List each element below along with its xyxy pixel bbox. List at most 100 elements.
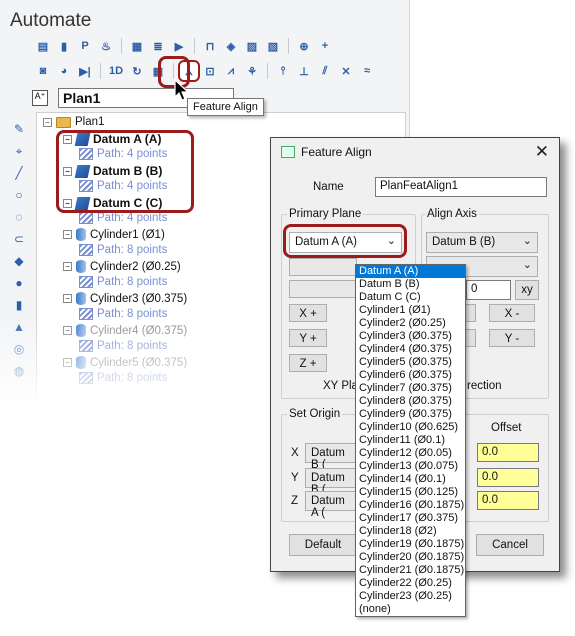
dropdown-option[interactable]: Cylinder18 (Ø2) <box>356 525 465 538</box>
xy-button[interactable]: xy <box>515 280 539 300</box>
dropdown-option[interactable]: (none) <box>356 603 465 616</box>
dropdown-option[interactable]: Datum B (B) <box>356 278 465 291</box>
tree-path-item[interactable]: Path: 8 points <box>79 308 167 320</box>
list-icon[interactable]: ≣ <box>149 37 167 55</box>
dropdown-option[interactable]: Cylinder11 (Ø0.1) <box>356 434 465 447</box>
slot-icon[interactable]: ⊂ <box>10 232 28 248</box>
dropdown-option[interactable]: Cylinder7 (Ø0.375) <box>356 382 465 395</box>
nodes-icon[interactable]: ⚘ <box>243 62 261 80</box>
thermometer-icon[interactable]: ⫯ <box>274 62 292 80</box>
dropdown-option[interactable]: Cylinder1 (Ø1) <box>356 304 465 317</box>
default-button[interactable]: Default <box>289 534 357 556</box>
cross-icon[interactable]: ✕ <box>337 62 355 80</box>
cylinder-icon[interactable]: ▮ <box>10 298 28 314</box>
graph-icon[interactable]: ⩘ <box>222 62 240 80</box>
dropdown-option[interactable]: Cylinder21 (Ø0.1875) <box>356 564 465 577</box>
origin-x-offset[interactable]: 0.0 <box>477 443 539 462</box>
balloon-icon[interactable]: ◕ <box>55 62 73 80</box>
wave-icon[interactable]: ≈ <box>358 62 376 80</box>
collapse-icon[interactable]: − <box>63 326 72 335</box>
origin-y-offset[interactable]: 0.0 <box>477 468 539 487</box>
arc-icon[interactable]: ◌ <box>10 210 28 226</box>
dropdown-option[interactable]: Cylinder9 (Ø0.375) <box>356 408 465 421</box>
origin-z-select[interactable]: Datum A ( <box>305 491 357 519</box>
rotate-icon[interactable]: ↻ <box>128 62 146 80</box>
cone-icon[interactable]: ▲ <box>10 320 28 336</box>
dropdown-option[interactable]: Cylinder20 (Ø0.1875) <box>356 551 465 564</box>
point-icon[interactable]: ⌖ <box>10 144 28 160</box>
tag-icon[interactable]: ◈ <box>222 37 240 55</box>
sphere-icon[interactable]: ● <box>10 276 28 292</box>
blob-icon[interactable]: ◍ <box>10 364 28 380</box>
torus-icon[interactable]: ◎ <box>10 342 28 358</box>
tree-path-item[interactable]: Path: 8 points <box>79 372 167 384</box>
tree-feature-item[interactable]: − Cylinder3 (Ø0.375) <box>63 292 187 305</box>
target-icon[interactable]: ⊕ <box>295 37 313 55</box>
z-plus-button[interactable]: Z + <box>289 354 327 372</box>
table-icon[interactable]: ▤ <box>34 37 52 55</box>
plane-icon[interactable]: ◆ <box>10 254 28 270</box>
dropdown-option[interactable]: Datum C (C) <box>356 291 465 304</box>
tree-feature-item[interactable]: − Cylinder1 (Ø1) <box>63 228 165 241</box>
dropdown-option[interactable]: Cylinder22 (Ø0.25) <box>356 577 465 590</box>
book-icon[interactable]: ▮ <box>55 37 73 55</box>
probe-pen-icon[interactable]: ✎ <box>10 122 28 138</box>
tree-feature-item[interactable]: − Cylinder5 (Ø0.375) <box>63 356 187 369</box>
circle-icon[interactable]: ○ <box>10 188 28 204</box>
collapse-icon[interactable]: − <box>63 230 72 239</box>
dropdown-option[interactable]: Cylinder4 (Ø0.375) <box>356 343 465 356</box>
dropdown-option[interactable]: Cylinder23 (Ø0.25) <box>356 590 465 603</box>
align-plane-icon[interactable]: ⊡ <box>201 62 219 80</box>
collapse-icon[interactable]: − <box>63 294 72 303</box>
line-icon[interactable]: ╱ <box>10 166 28 182</box>
1d-icon[interactable]: 1D <box>107 62 125 80</box>
step-icon[interactable]: ▶| <box>76 62 94 80</box>
plus-icon[interactable]: + <box>316 37 334 55</box>
tree-path-item[interactable]: Path: 8 points <box>79 244 167 256</box>
tree-path-item[interactable]: Path: 8 points <box>79 276 167 288</box>
primary-plane-dropdown-list[interactable]: Datum A (A) Datum B (B) Datum C (C) Cylinde… <box>355 264 466 617</box>
primary-plane-tertiary-field[interactable] <box>289 280 357 298</box>
dropdown-option[interactable]: Cylinder13 (Ø0.075) <box>356 460 465 473</box>
cancel-button[interactable]: Cancel <box>476 534 544 556</box>
origin-y-select[interactable]: Datum B ( <box>305 468 357 496</box>
x-minus-button[interactable]: X - <box>489 304 535 322</box>
dropdown-option[interactable]: Cylinder3 (Ø0.375) <box>356 330 465 343</box>
align-axis-value-field[interactable]: 0 <box>466 280 511 300</box>
tree-path-item[interactable]: Path: 8 points <box>79 340 167 352</box>
tree-feature-item[interactable]: − Cylinder4 (Ø0.375) <box>63 324 187 337</box>
origin-z-offset[interactable]: 0.0 <box>477 491 539 510</box>
hatch-line-icon[interactable]: ⫽ <box>316 62 334 80</box>
dropdown-option[interactable]: Cylinder17 (Ø0.375) <box>356 512 465 525</box>
dropdown-option[interactable]: Cylinder16 (Ø0.1875) <box>356 499 465 512</box>
tree-feature-item[interactable]: − Cylinder2 (Ø0.25) <box>63 260 181 273</box>
dropdown-option[interactable]: Cylinder19 (Ø0.1875) <box>356 538 465 551</box>
probe-icon[interactable]: ♨ <box>97 37 115 55</box>
dropdown-option[interactable]: Datum A (A) <box>356 265 465 278</box>
collapse-icon[interactable]: − <box>63 262 72 271</box>
close-icon[interactable]: ✕ <box>535 142 549 162</box>
dropdown-option[interactable]: Cylinder6 (Ø0.375) <box>356 369 465 382</box>
dropdown-option[interactable]: Cylinder10 (Ø0.625) <box>356 421 465 434</box>
tree-root-plan1[interactable]: − Plan1 <box>43 116 104 128</box>
align-axis-select[interactable]: Datum B (B) ⌄ <box>426 232 538 253</box>
hatch-icon[interactable]: ▨ <box>243 37 261 55</box>
fixture-icon[interactable]: ⊓ <box>201 37 219 55</box>
dropdown-option[interactable]: Cylinder14 (Ø0.1) <box>356 473 465 486</box>
scale-icon[interactable]: ⊥ <box>295 62 313 80</box>
x-plus-button[interactable]: X + <box>289 304 327 322</box>
hatch-x-icon[interactable]: ▧ <box>264 37 282 55</box>
y-plus-button[interactable]: Y + <box>289 329 327 347</box>
y-minus-button[interactable]: Y - <box>489 329 535 347</box>
calculator-icon[interactable]: ▦ <box>128 37 146 55</box>
play-icon[interactable]: ▶ <box>170 37 188 55</box>
plan-text-icon[interactable]: A⁺ <box>32 90 48 106</box>
dropdown-option[interactable]: Cylinder2 (Ø0.25) <box>356 317 465 330</box>
program-p-icon[interactable]: P <box>76 37 94 55</box>
dropdown-option[interactable]: Cylinder15 (Ø0.125) <box>356 486 465 499</box>
tree-path-item[interactable]: Path: 4 points <box>79 212 167 224</box>
collapse-icon[interactable]: − <box>63 358 72 367</box>
name-field[interactable]: PlanFeatAlign1 <box>375 177 547 197</box>
dropdown-option[interactable]: Cylinder12 (Ø0.05) <box>356 447 465 460</box>
origin-x-select[interactable]: Datum B ( <box>305 443 357 471</box>
